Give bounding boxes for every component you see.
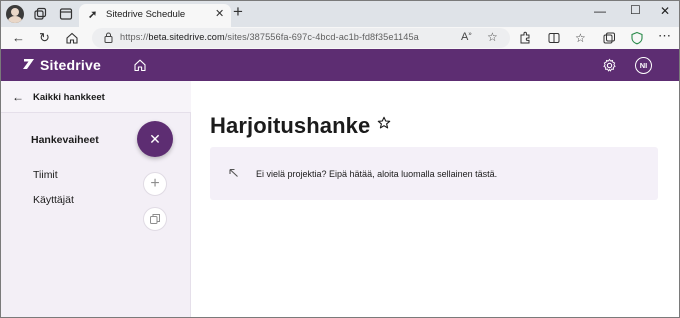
arrow-left-icon: ← (12, 90, 24, 104)
browser-tab-bar: ➚ Sitedrive Schedule ✕ + — ☐ ✕ (0, 0, 680, 27)
sitedrive-favicon-icon: ➚ (88, 9, 98, 21)
browser-essentials-icon[interactable] (630, 31, 644, 45)
plus-icon: + (150, 175, 160, 192)
app-header: Sitedrive NI (0, 49, 680, 81)
browser-profile-avatar[interactable] (6, 5, 24, 23)
favorite-star-icon[interactable]: ☆ (487, 30, 498, 44)
copy-icon (150, 214, 160, 224)
sidebar-section-title[interactable]: Hankevaiheet (31, 134, 99, 146)
home-icon[interactable] (133, 58, 147, 72)
page-title: Harjoitushanke (210, 113, 371, 138)
address-bar[interactable]: https://beta.sitedrive.com/sites/387556f… (92, 28, 510, 48)
user-avatar[interactable]: NI (635, 57, 652, 74)
brand-name[interactable]: Sitedrive (40, 57, 101, 73)
empty-state-text: Ei vielä projektia? Eipä hätää, aloita l… (256, 169, 498, 179)
close-window-icon[interactable]: ✕ (660, 4, 670, 18)
url-text: https://beta.sitedrive.com/sites/387556f… (120, 32, 419, 42)
copy-button[interactable] (143, 207, 167, 231)
back-icon[interactable]: ← (12, 30, 25, 46)
extensions-icon[interactable] (518, 31, 532, 45)
favorites-icon[interactable]: ☆ (575, 30, 586, 46)
sitedrive-logo-icon[interactable] (22, 57, 36, 71)
read-aloud-icon[interactable]: A» (461, 31, 472, 43)
more-options-icon[interactable]: ⋯ (658, 28, 671, 44)
new-tab-button[interactable]: + (233, 3, 243, 21)
add-button[interactable]: + (143, 172, 167, 196)
settings-gear-icon[interactable] (602, 58, 617, 73)
arrow-up-left-icon (229, 168, 238, 177)
maximize-icon[interactable]: ☐ (630, 3, 641, 17)
sidebar-item-kayttajat[interactable]: Käyttäjät (33, 194, 74, 206)
back-label: Kaikki hankkeet (33, 92, 105, 103)
main-content: Harjoitushanke Ei vielä projektia? Eipä … (192, 81, 680, 318)
split-screen-icon[interactable] (547, 31, 561, 45)
minimize-icon[interactable]: — (594, 4, 606, 18)
collections-icon[interactable] (602, 31, 616, 45)
browser-tab-active[interactable]: ➚ Sitedrive Schedule ✕ (79, 4, 231, 27)
tab-close-icon[interactable]: ✕ (215, 7, 224, 20)
empty-state-notice: Ei vielä projektia? Eipä hätää, aloita l… (210, 147, 658, 200)
browser-toolbar: ← ↻ https://beta.sitedrive.com/sites/387… (0, 27, 680, 49)
close-fab-button[interactable]: ✕ (137, 121, 173, 157)
back-to-all-projects-link[interactable]: ← Kaikki hankkeet (0, 81, 191, 113)
favorite-project-star-icon[interactable] (377, 116, 391, 130)
tab-actions-icon[interactable] (58, 6, 74, 22)
home-browser-icon[interactable] (65, 31, 79, 45)
sidebar-item-tiimit[interactable]: Tiimit (33, 169, 58, 181)
tab-title: Sitedrive Schedule (106, 9, 186, 20)
close-icon: ✕ (149, 131, 161, 147)
workspaces-icon[interactable] (32, 6, 48, 22)
sidebar: ← Kaikki hankkeet Hankevaiheet Tiimit Kä… (0, 81, 191, 318)
lock-icon (104, 32, 113, 43)
refresh-icon[interactable]: ↻ (39, 30, 50, 46)
